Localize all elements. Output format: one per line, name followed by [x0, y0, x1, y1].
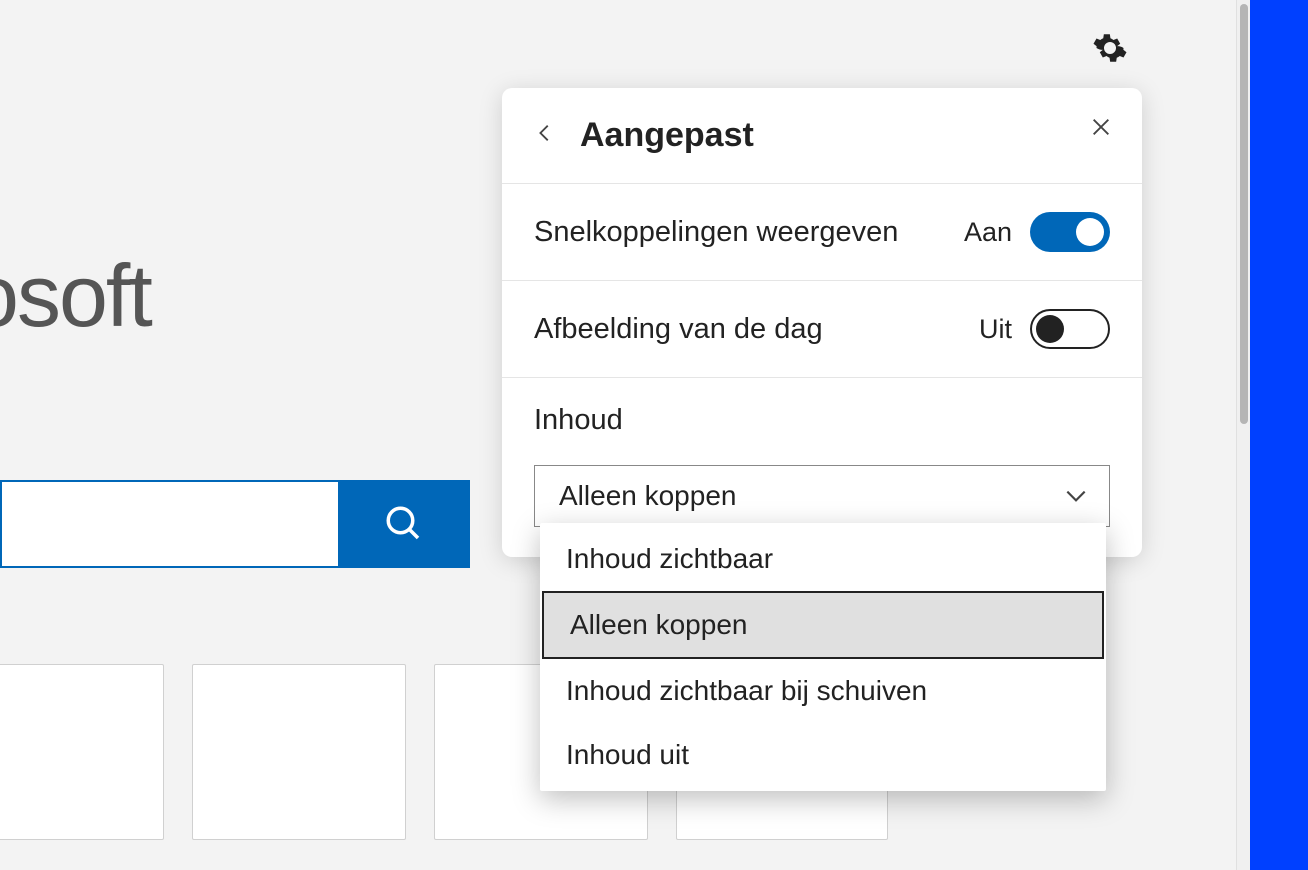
image-of-day-toggle[interactable] — [1030, 309, 1110, 349]
brand-logo-text: osoft — [0, 245, 151, 347]
dropdown-option-visible-on-scroll[interactable]: Inhoud zichtbaar bij schuiven — [540, 659, 1106, 723]
dropdown-option-content-off[interactable]: Inhoud uit — [540, 723, 1106, 787]
scrollbar-thumb[interactable] — [1240, 4, 1248, 424]
row-image-of-day-label: Afbeelding van de dag — [534, 313, 823, 346]
panel-title: Aangepast — [580, 116, 754, 155]
dropdown-option-headlines-only[interactable]: Alleen koppen — [542, 591, 1104, 659]
toggle-state-label: Aan — [964, 217, 1012, 248]
search-bar — [0, 480, 470, 568]
vertical-scrollbar[interactable] — [1236, 0, 1250, 870]
close-button[interactable] — [1090, 116, 1112, 143]
dropdown-option-content-visible[interactable]: Inhoud zichtbaar — [540, 527, 1106, 591]
dropdown-selected-value: Alleen koppen — [559, 480, 736, 512]
toggle-knob — [1036, 315, 1064, 343]
toggle-state-label: Uit — [979, 314, 1012, 345]
page-right-edge — [1250, 0, 1308, 870]
content-dropdown[interactable]: Alleen koppen — [534, 465, 1110, 527]
chevron-left-icon — [534, 122, 556, 144]
settings-gear-button[interactable] — [1092, 30, 1128, 71]
search-button[interactable] — [338, 480, 470, 568]
content-dropdown-list: Inhoud zichtbaar Alleen koppen Inhoud zi… — [540, 523, 1106, 791]
toggle-knob — [1076, 218, 1104, 246]
custom-settings-panel: Aangepast Snelkoppelingen weergeven Aan … — [502, 88, 1142, 557]
search-input[interactable] — [0, 480, 338, 568]
row-shortcuts-toggle-group: Aan — [964, 212, 1110, 252]
chevron-down-icon — [1063, 483, 1089, 509]
row-shortcuts: Snelkoppelingen weergeven Aan — [502, 184, 1142, 281]
row-image-toggle-group: Uit — [979, 309, 1110, 349]
row-shortcuts-label: Snelkoppelingen weergeven — [534, 216, 898, 249]
close-icon — [1090, 116, 1112, 138]
row-image-of-day: Afbeelding van de dag Uit — [502, 281, 1142, 378]
gear-icon — [1092, 30, 1128, 66]
content-section-label: Inhoud — [534, 404, 1110, 437]
search-icon — [383, 503, 425, 545]
shortcuts-toggle[interactable] — [1030, 212, 1110, 252]
back-button[interactable] — [534, 122, 556, 149]
quick-link-tile[interactable] — [192, 664, 406, 840]
quick-link-tile[interactable] — [0, 664, 164, 840]
panel-header: Aangepast — [502, 88, 1142, 184]
